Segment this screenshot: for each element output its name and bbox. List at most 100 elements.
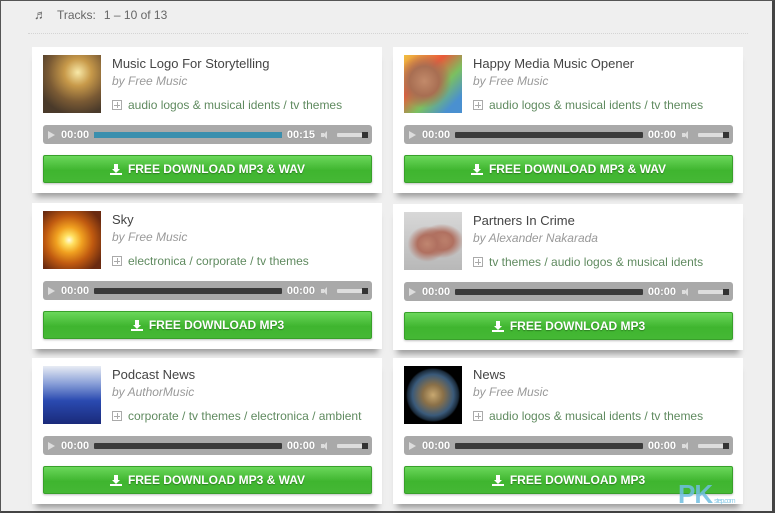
volume-knob[interactable]	[362, 131, 368, 138]
play-icon[interactable]	[409, 287, 416, 296]
track-card: Sky by Free Music electronica / corporat…	[32, 203, 382, 349]
volume-slider[interactable]	[337, 442, 368, 449]
download-icon	[491, 474, 504, 486]
volume-icon[interactable]	[682, 441, 692, 450]
play-icon[interactable]	[48, 286, 55, 295]
track-title[interactable]: Partners In Crime	[473, 213, 575, 228]
progress-bar[interactable]	[94, 287, 282, 294]
track-title[interactable]: Music Logo For Storytelling	[112, 56, 270, 71]
watermark-text: PK	[678, 479, 713, 509]
progress-bar[interactable]	[94, 442, 282, 449]
volume-slider[interactable]	[337, 287, 368, 294]
current-time: 00:00	[61, 128, 90, 141]
download-label: FREE DOWNLOAD MP3 & WAV	[488, 162, 667, 176]
track-author[interactable]: by Free Music	[112, 74, 187, 88]
download-button[interactable]: FREE DOWNLOAD MP3 & WAV	[404, 155, 733, 183]
track-tags-text[interactable]: electronica / corporate / tv themes	[128, 254, 309, 268]
track-tags-text[interactable]: audio logos & musical idents / tv themes	[489, 409, 703, 423]
volume-slider[interactable]	[337, 131, 368, 138]
duration: 00:00	[647, 439, 676, 452]
track-thumbnail[interactable]	[404, 55, 462, 113]
track-author[interactable]: by Free Music	[473, 74, 548, 88]
download-icon	[130, 319, 143, 331]
track-thumbnail[interactable]	[43, 55, 101, 113]
play-icon[interactable]	[48, 130, 55, 139]
download-icon	[109, 163, 122, 175]
track-tags[interactable]: audio logos & musical idents / tv themes	[112, 98, 342, 112]
volume-knob[interactable]	[362, 287, 368, 294]
current-time: 00:00	[61, 439, 90, 452]
volume-icon[interactable]	[321, 286, 331, 295]
music-note-icon: ♬	[34, 7, 47, 22]
track-card: Music Logo For Storytelling by Free Musi…	[32, 47, 382, 193]
download-icon	[470, 163, 483, 175]
progress-bar[interactable]	[94, 131, 282, 138]
track-tags-text[interactable]: tv themes / audio logos & musical idents	[489, 255, 703, 269]
track-author[interactable]: by Free Music	[112, 230, 187, 244]
progress-bar[interactable]	[455, 442, 643, 449]
volume-slider[interactable]	[698, 442, 729, 449]
track-tags-text[interactable]: corporate / tv themes / electronica / am…	[128, 409, 361, 423]
track-tags[interactable]: corporate / tv themes / electronica / am…	[112, 409, 361, 423]
track-title[interactable]: Happy Media Music Opener	[473, 56, 634, 71]
track-tags[interactable]: audio logos & musical idents / tv themes	[473, 409, 703, 423]
duration: 00:00	[286, 284, 315, 297]
expand-plus-icon[interactable]	[473, 411, 483, 421]
current-time: 00:00	[422, 285, 451, 298]
download-label: FREE DOWNLOAD MP3	[509, 319, 646, 333]
divider	[28, 33, 748, 34]
volume-icon[interactable]	[682, 130, 692, 139]
track-thumbnail[interactable]	[43, 211, 101, 269]
expand-plus-icon[interactable]	[473, 100, 483, 110]
track-title[interactable]: Sky	[112, 212, 134, 227]
volume-knob[interactable]	[362, 442, 368, 449]
volume-icon[interactable]	[321, 130, 331, 139]
download-label: FREE DOWNLOAD MP3 & WAV	[127, 473, 306, 487]
track-thumbnail[interactable]	[43, 366, 101, 424]
progress-bar[interactable]	[455, 131, 643, 138]
volume-slider[interactable]	[698, 131, 729, 138]
track-tags-text[interactable]: audio logos & musical idents / tv themes	[128, 98, 342, 112]
download-label: FREE DOWNLOAD MP3	[148, 318, 285, 332]
play-icon[interactable]	[48, 441, 55, 450]
download-button[interactable]: FREE DOWNLOAD MP3	[404, 312, 733, 340]
track-tags[interactable]: electronica / corporate / tv themes	[112, 254, 309, 268]
duration: 00:00	[647, 285, 676, 298]
watermark-subtext: step.com	[714, 498, 735, 505]
expand-plus-icon[interactable]	[112, 411, 122, 421]
current-time: 00:00	[422, 128, 451, 141]
volume-knob[interactable]	[723, 131, 729, 138]
duration: 00:00	[286, 439, 315, 452]
track-title[interactable]: Podcast News	[112, 367, 195, 382]
play-icon[interactable]	[409, 441, 416, 450]
tracks-header: ♬ Tracks: 1 – 10 of 13	[34, 7, 167, 22]
volume-icon[interactable]	[321, 441, 331, 450]
download-label: FREE DOWNLOAD MP3 & WAV	[127, 162, 306, 176]
track-author[interactable]: by Free Music	[473, 385, 548, 399]
track-tags-text[interactable]: audio logos & musical idents / tv themes	[489, 98, 703, 112]
download-button[interactable]: FREE DOWNLOAD MP3 & WAV	[43, 466, 372, 494]
expand-plus-icon[interactable]	[473, 257, 483, 267]
track-author[interactable]: by AuthorMusic	[112, 385, 194, 399]
track-thumbnail[interactable]	[404, 212, 462, 270]
track-title[interactable]: News	[473, 367, 506, 382]
play-icon[interactable]	[409, 130, 416, 139]
download-label: FREE DOWNLOAD MP3	[509, 473, 646, 487]
download-button[interactable]: FREE DOWNLOAD MP3 & WAV	[43, 155, 372, 183]
audio-player: 00:00 00:00	[404, 436, 733, 455]
track-tags[interactable]: tv themes / audio logos & musical idents	[473, 255, 703, 269]
current-time: 00:00	[61, 284, 90, 297]
expand-plus-icon[interactable]	[112, 256, 122, 266]
track-thumbnail[interactable]	[404, 366, 462, 424]
volume-icon[interactable]	[682, 287, 692, 296]
volume-knob[interactable]	[723, 442, 729, 449]
expand-plus-icon[interactable]	[112, 100, 122, 110]
volume-knob[interactable]	[723, 288, 729, 295]
volume-slider[interactable]	[698, 288, 729, 295]
download-button[interactable]: FREE DOWNLOAD MP3	[43, 311, 372, 339]
track-author[interactable]: by Alexander Nakarada	[473, 231, 598, 245]
current-time: 00:00	[422, 439, 451, 452]
watermark-logo: PK step.com	[678, 479, 736, 510]
progress-bar[interactable]	[455, 288, 643, 295]
track-tags[interactable]: audio logos & musical idents / tv themes	[473, 98, 703, 112]
